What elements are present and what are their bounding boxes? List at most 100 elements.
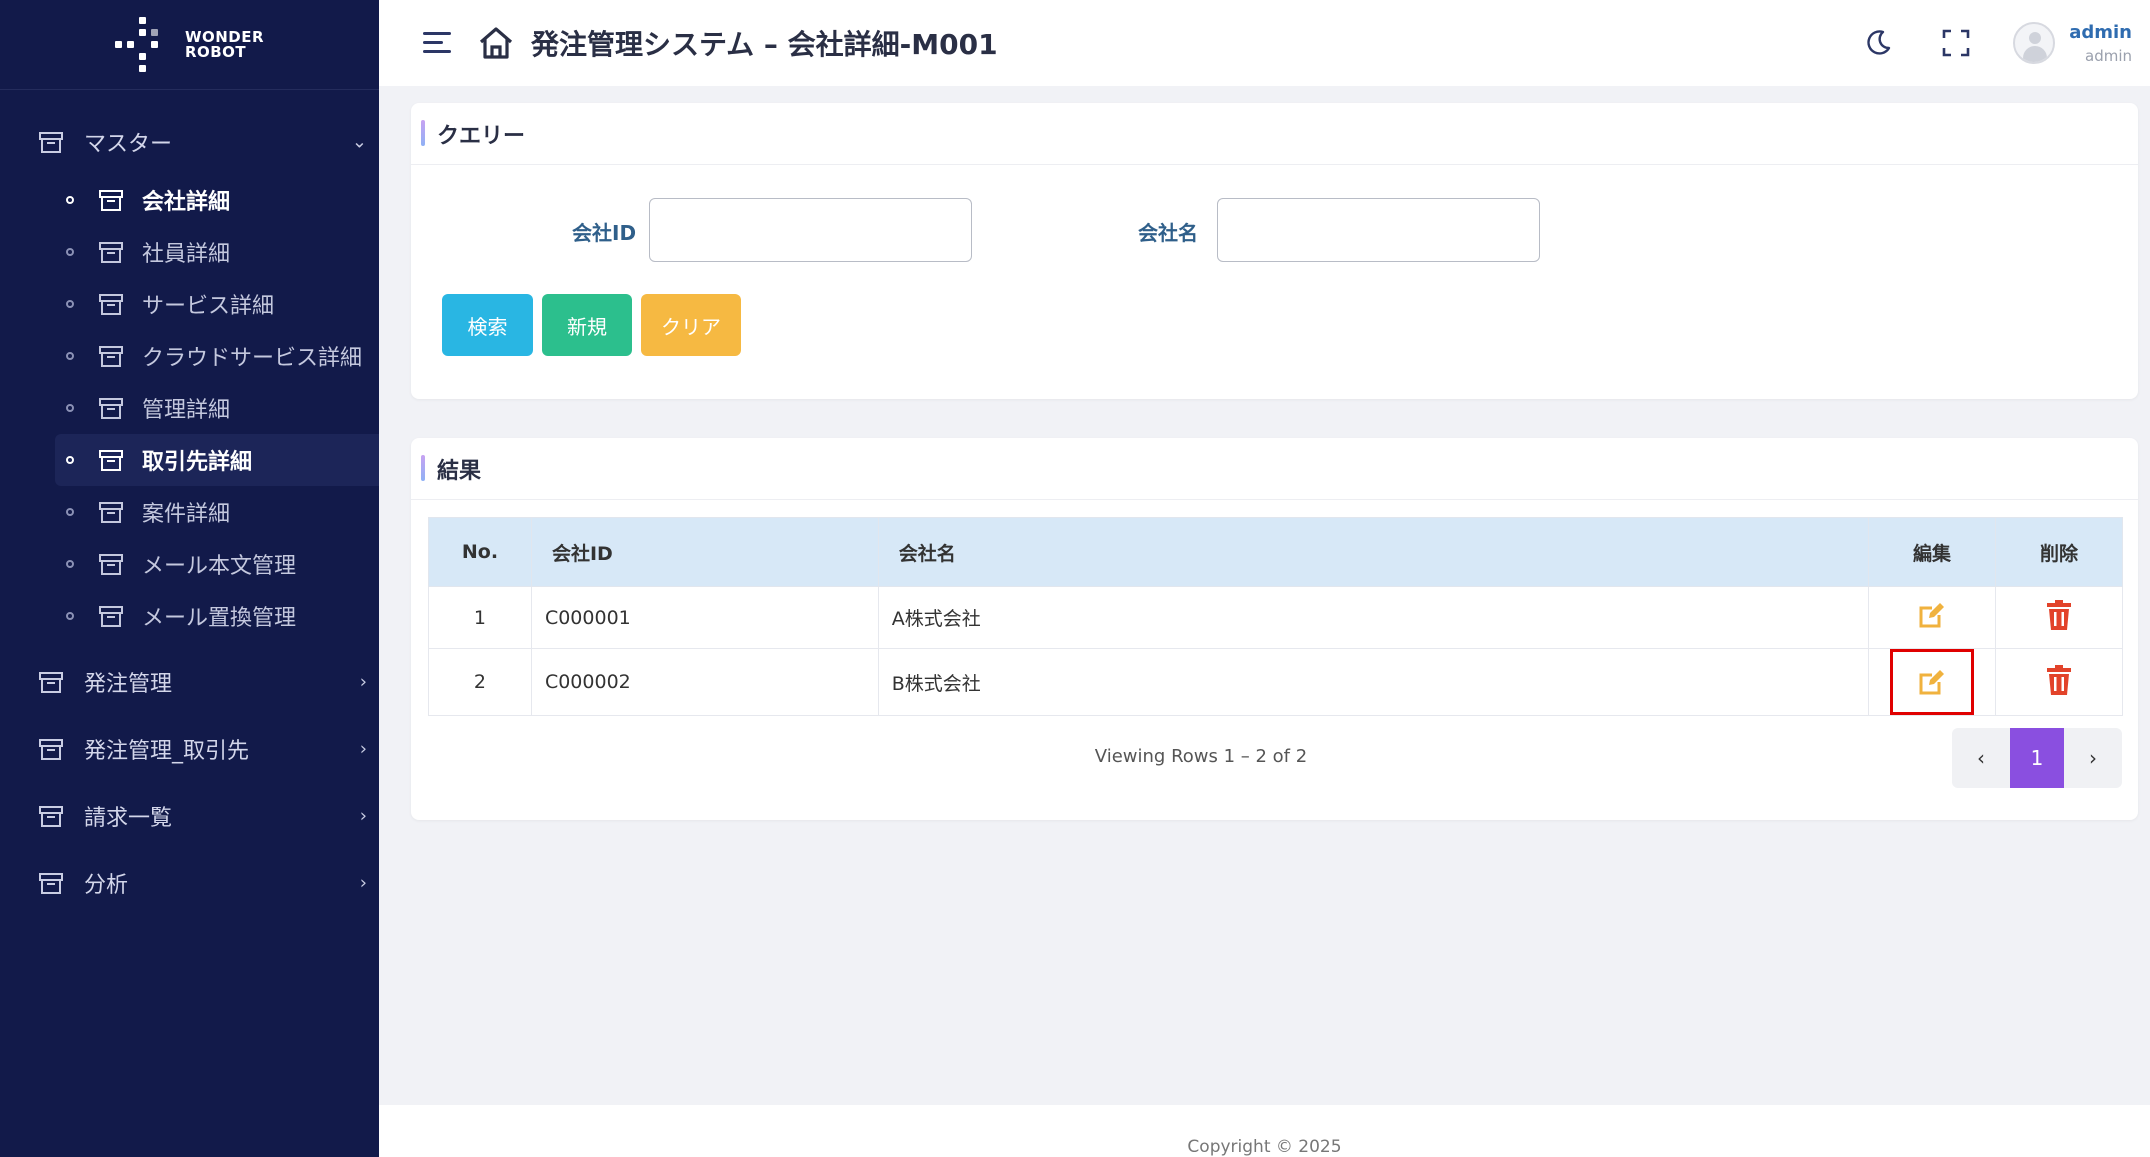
edit-cell: [1868, 586, 1997, 649]
sidebar-item-service-detail[interactable]: サービス詳細: [0, 278, 379, 330]
col-edit: 編集: [1868, 517, 1997, 587]
sidebar-item-label: 案件詳細: [142, 502, 231, 527]
fullscreen-icon[interactable]: [1941, 28, 1971, 58]
chevron-right-icon: ›: [359, 671, 367, 692]
sidebar-item-mail-body[interactable]: メール本文管理: [0, 538, 379, 590]
company-id-input[interactable]: [649, 198, 972, 262]
col-delete: 削除: [1995, 517, 2123, 587]
bullet-icon: [66, 404, 74, 412]
sidebar-item-company-detail[interactable]: 会社詳細: [0, 174, 379, 226]
sidebar-group-analysis[interactable]: 分析 ›: [0, 849, 379, 916]
sidebar-item-label: サービス詳細: [142, 294, 275, 319]
chevron-right-icon: ›: [359, 872, 367, 893]
chevron-right-icon: ›: [359, 805, 367, 826]
row-no: 1: [428, 586, 532, 649]
company-name-input[interactable]: [1217, 198, 1540, 262]
sidebar-item-management-detail[interactable]: 管理詳細: [0, 382, 379, 434]
archive-icon: [39, 805, 63, 827]
brand-logo: WONDER ROBOT: [0, 0, 379, 90]
table-header-row: No. 会社ID 会社名 編集 削除: [428, 517, 2123, 587]
avatar[interactable]: [2013, 22, 2056, 64]
sidebar: WONDER ROBOT マスター ⌄ 会社詳細 社員詳細 サービス詳細 クラウ…: [0, 0, 379, 1157]
footer: Copyright © 2025: [379, 1105, 2150, 1157]
prev-page-button[interactable]: ‹: [1952, 728, 2010, 788]
bullet-icon: [66, 560, 74, 568]
page-1-button[interactable]: 1: [2010, 728, 2064, 788]
copyright-text: Copyright © 2025: [1187, 1137, 1342, 1157]
archive-icon: [99, 294, 123, 315]
next-page-button[interactable]: ›: [2064, 728, 2122, 788]
archive-icon: [39, 132, 63, 153]
row-company-name: A株式会社: [877, 586, 1870, 649]
user-role: admin: [2085, 46, 2132, 65]
query-title: クエリー: [411, 103, 2138, 165]
sidebar-item-partner-detail[interactable]: 取引先詳細: [55, 434, 379, 486]
search-button[interactable]: 検索: [442, 294, 533, 356]
page-title: 発注管理システム – 会社詳細-M001: [531, 28, 998, 61]
sidebar-item-label: 管理詳細: [142, 398, 231, 423]
sidebar-group-master[interactable]: マスター ⌄: [0, 110, 379, 174]
sidebar-item-project-detail[interactable]: 案件詳細: [0, 486, 379, 538]
archive-icon: [99, 606, 123, 627]
trash-icon[interactable]: [2046, 600, 2072, 630]
edit-icon[interactable]: [1917, 600, 1947, 630]
results-card: 結果 No. 会社ID 会社名 編集 削除 1 C000001 A株式会社 2 …: [411, 438, 2138, 820]
bullet-icon: [66, 456, 74, 464]
archive-icon: [99, 450, 123, 471]
row-company-name: B株式会社: [877, 648, 1870, 716]
header-actions: admin admin: [1863, 0, 2150, 86]
col-company-id: 会社ID: [530, 517, 879, 587]
chevron-down-icon: ⌄: [351, 131, 367, 153]
user-name: admin: [2069, 21, 2132, 43]
bullet-icon: [66, 248, 74, 256]
edit-icon[interactable]: [1917, 667, 1947, 697]
sidebar-item-cloud-service-detail[interactable]: クラウドサービス詳細: [0, 330, 379, 382]
moon-icon[interactable]: [1863, 28, 1893, 58]
brand-name: WONDER ROBOT: [184, 27, 265, 61]
sidebar-item-label: メール本文管理: [142, 554, 297, 579]
user-info[interactable]: admin admin: [2069, 22, 2132, 65]
sidebar-group-label: マスター: [84, 132, 173, 157]
delete-cell: [1995, 648, 2123, 716]
delete-cell: [1995, 586, 2123, 649]
sidebar-group-orders-partner[interactable]: 発注管理_取引先 ›: [0, 715, 379, 782]
archive-icon: [39, 738, 63, 760]
sidebar-group-invoices[interactable]: 請求一覧 ›: [0, 782, 379, 849]
trash-icon[interactable]: [2046, 664, 2072, 695]
sidebar-item-label: メール置換管理: [142, 606, 297, 631]
sidebar-item-label: クラウドサービス詳細: [142, 346, 363, 371]
row-company-id: C000002: [530, 648, 879, 716]
row-no: 2: [428, 648, 532, 716]
archive-icon: [39, 671, 63, 693]
pagination: ‹ 1 ›: [1952, 728, 2122, 788]
company-name-label: 会社名: [1138, 221, 1198, 245]
results-table: No. 会社ID 会社名 編集 削除 1 C000001 A株式会社 2 C00…: [428, 517, 2123, 716]
row-count-text: Viewing Rows 1 – 2 of 2: [1094, 746, 1308, 767]
col-company-name: 会社名: [877, 517, 1870, 587]
archive-icon: [99, 398, 123, 419]
bullet-icon: [66, 508, 74, 516]
sidebar-nav: マスター ⌄ 会社詳細 社員詳細 サービス詳細 クラウドサービス詳細 管理詳細 …: [0, 90, 379, 916]
home-icon[interactable]: [477, 24, 515, 62]
menu-icon[interactable]: [423, 32, 451, 54]
sidebar-item-label: 会社詳細: [142, 190, 231, 215]
highlighted-edit-box[interactable]: [1890, 649, 1975, 715]
sidebar-group-label: 発注管理_取引先: [84, 738, 250, 764]
archive-icon: [99, 190, 123, 211]
bullet-icon: [66, 196, 74, 204]
clear-button[interactable]: クリア: [641, 294, 741, 356]
new-button[interactable]: 新規: [542, 294, 632, 356]
sidebar-item-mail-replace[interactable]: メール置換管理: [0, 590, 379, 642]
bullet-icon: [66, 300, 74, 308]
sidebar-groups: 発注管理 › 発注管理_取引先 › 請求一覧 › 分析 ›: [0, 648, 379, 916]
sidebar-item-label: 社員詳細: [142, 242, 231, 267]
sidebar-group-label: 分析: [84, 872, 129, 898]
sidebar-group-orders[interactable]: 発注管理 ›: [0, 648, 379, 715]
sidebar-group-label: 請求一覧: [84, 805, 173, 831]
query-card: クエリー 会社ID 会社名 検索 新規 クリア: [411, 103, 2138, 399]
brand-mark-icon: [114, 16, 171, 73]
top-header: 発注管理システム – 会社詳細-M001 admin admin: [379, 0, 2150, 86]
master-submenu: 会社詳細 社員詳細 サービス詳細 クラウドサービス詳細 管理詳細 取引先詳細 案…: [0, 174, 379, 642]
chevron-right-icon: ›: [359, 738, 367, 759]
sidebar-item-employee-detail[interactable]: 社員詳細: [0, 226, 379, 278]
